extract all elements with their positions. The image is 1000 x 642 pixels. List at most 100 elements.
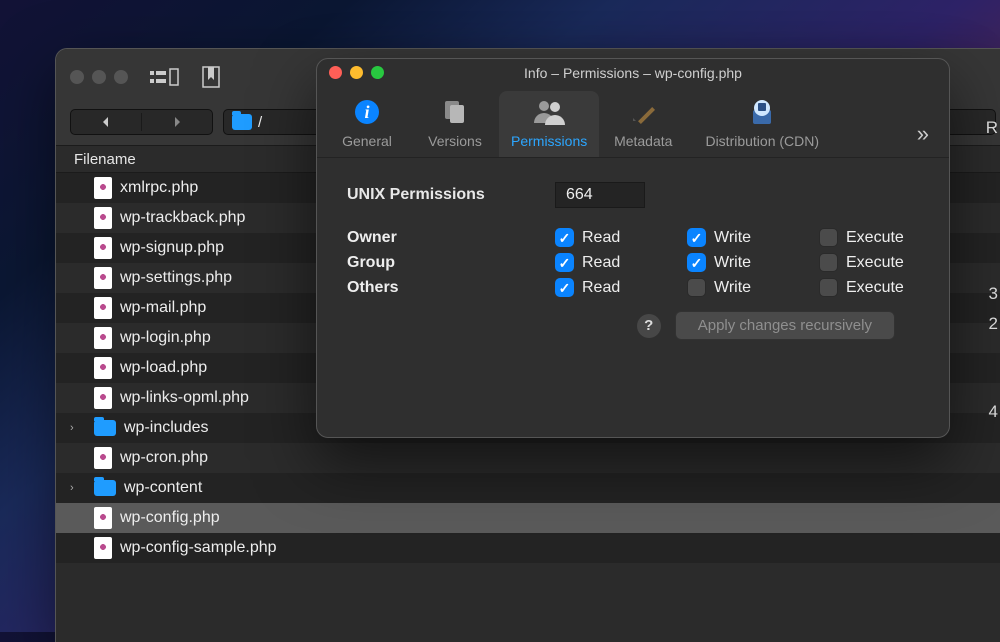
file-icon	[94, 387, 112, 409]
file-name: wp-signup.php	[120, 239, 224, 257]
file-name: xmlrpc.php	[120, 179, 198, 197]
checkbox-group-read[interactable]	[555, 253, 574, 272]
edge-text: R	[986, 118, 998, 138]
perm-label: Execute	[846, 229, 904, 247]
tab-versions[interactable]: Versions	[411, 91, 499, 157]
overflow-chevrons-icon[interactable]: »	[909, 91, 943, 147]
file-name: wp-trackback.php	[120, 209, 245, 227]
perm-label: Write	[714, 279, 751, 297]
perm-cell-others-read: Read	[555, 278, 687, 297]
apply-recursively-button[interactable]: Apply changes recursively	[675, 311, 895, 340]
file-icon	[94, 447, 112, 469]
nav-forward-button[interactable]	[142, 110, 212, 134]
tab-permissions[interactable]: Permissions	[499, 91, 599, 157]
file-name: wp-config-sample.php	[120, 539, 277, 557]
expand-chevron-icon[interactable]: ›	[70, 482, 86, 494]
perm-cell-owner-read: Read	[555, 228, 687, 247]
info-traffic-lights	[329, 66, 384, 79]
unix-permissions-input[interactable]	[555, 182, 645, 208]
file-name: wp-cron.php	[120, 449, 208, 467]
traffic-lights	[70, 70, 128, 84]
perm-row-group: Group Read Write Execute	[347, 253, 919, 272]
file-icon	[94, 267, 112, 289]
checkbox-owner-execute[interactable]	[819, 228, 838, 247]
perm-scope-label: Group	[347, 254, 555, 272]
info-zoom-icon[interactable]	[371, 66, 384, 79]
tab-label: Permissions	[511, 133, 587, 149]
perm-row-others: Others Read Write Execute	[347, 278, 919, 297]
info-minimize-icon[interactable]	[350, 66, 363, 79]
file-icon	[94, 357, 112, 379]
tab-label: General	[342, 133, 392, 149]
perm-label: Execute	[846, 254, 904, 272]
checkbox-owner-read[interactable]	[555, 228, 574, 247]
file-icon	[94, 327, 112, 349]
file-name: wp-settings.php	[120, 269, 232, 287]
people-icon	[532, 97, 566, 127]
perm-scope-label: Owner	[347, 229, 555, 247]
file-name: wp-includes	[124, 419, 208, 437]
traffic-zoom-icon[interactable]	[114, 70, 128, 84]
file-icon	[94, 537, 112, 559]
perm-cell-others-execute: Execute	[819, 278, 904, 297]
folder-icon	[94, 420, 116, 436]
nav-history	[70, 109, 213, 135]
perm-cell-owner-execute: Execute	[819, 228, 904, 247]
perm-cell-owner-write: Write	[687, 228, 819, 247]
checkbox-group-execute[interactable]	[819, 253, 838, 272]
file-row[interactable]: › wp-content	[56, 473, 1000, 503]
file-row[interactable]: wp-cron.php	[56, 443, 1000, 473]
perm-cell-group-write: Write	[687, 253, 819, 272]
file-row[interactable]: wp-config-sample.php	[56, 533, 1000, 563]
file-name: wp-load.php	[120, 359, 207, 377]
file-icon	[94, 297, 112, 319]
perm-label: Write	[714, 229, 751, 247]
pencil-icon	[630, 97, 656, 127]
file-name: wp-login.php	[120, 329, 211, 347]
traffic-minimize-icon[interactable]	[92, 70, 106, 84]
info-close-icon[interactable]	[329, 66, 342, 79]
info-title: Info – Permissions – wp-config.php	[524, 65, 742, 81]
checkbox-owner-write[interactable]	[687, 228, 706, 247]
perm-label: Execute	[846, 279, 904, 297]
tab-general[interactable]: i General	[323, 91, 411, 157]
info-titlebar: Info – Permissions – wp-config.php	[317, 59, 949, 87]
perm-label: Read	[582, 279, 620, 297]
perm-label: Read	[582, 254, 620, 272]
server-icon	[749, 97, 775, 127]
expand-chevron-icon[interactable]: ›	[70, 422, 86, 434]
file-name: wp-mail.php	[120, 299, 206, 317]
perm-cell-group-read: Read	[555, 253, 687, 272]
perm-scope-label: Others	[347, 279, 555, 297]
edge-text: 4	[989, 402, 998, 422]
info-tabs: i General Versions Permis	[317, 87, 949, 158]
help-button[interactable]: ?	[637, 314, 661, 338]
tab-distribution[interactable]: Distribution (CDN)	[687, 91, 837, 157]
tab-label: Distribution (CDN)	[705, 133, 819, 149]
unix-permissions-row: UNIX Permissions	[347, 182, 919, 208]
help-icon: ?	[644, 317, 653, 334]
file-name: wp-config.php	[120, 509, 220, 527]
tab-label: Metadata	[614, 133, 672, 149]
bookmark-icon[interactable]	[202, 66, 220, 88]
checkbox-others-execute[interactable]	[819, 278, 838, 297]
nav-back-button[interactable]	[71, 110, 141, 134]
edge-text: 2	[989, 314, 998, 334]
perm-label: Write	[714, 254, 751, 272]
permissions-grid: OwnerReadWriteExecuteGroupReadWriteExecu…	[347, 228, 919, 297]
file-name: wp-content	[124, 479, 202, 497]
edge-text: 3	[989, 284, 998, 304]
checkbox-others-write[interactable]	[687, 278, 706, 297]
file-row[interactable]: wp-config.php	[56, 503, 1000, 533]
checkbox-group-write[interactable]	[687, 253, 706, 272]
tab-metadata[interactable]: Metadata	[599, 91, 687, 157]
view-mode-icon[interactable]	[150, 67, 180, 87]
versions-icon	[441, 97, 469, 127]
traffic-close-icon[interactable]	[70, 70, 84, 84]
perm-row-owner: OwnerRead Write Execute	[347, 228, 919, 247]
file-icon	[94, 177, 112, 199]
column-header-label: Filename	[74, 151, 136, 168]
info-panel: Info – Permissions – wp-config.php i Gen…	[316, 58, 950, 438]
file-name: wp-links-opml.php	[120, 389, 249, 407]
checkbox-others-read[interactable]	[555, 278, 574, 297]
